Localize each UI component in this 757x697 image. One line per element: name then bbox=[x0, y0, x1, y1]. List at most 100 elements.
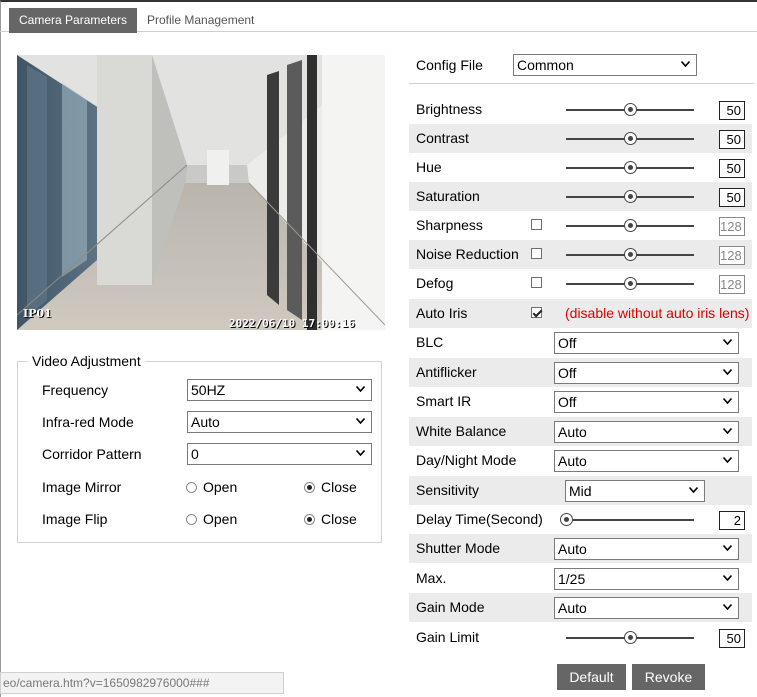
max-row: Max. 1/25 bbox=[409, 564, 752, 593]
flip-open-radio[interactable] bbox=[186, 514, 197, 525]
hue-row: Hue 50 bbox=[409, 153, 752, 182]
video-channel-label: IP01 bbox=[23, 307, 52, 320]
tab-profile-management[interactable]: Profile Management bbox=[137, 8, 264, 33]
corridor-pattern-select[interactable]: 0 bbox=[187, 443, 372, 465]
chevron-down-icon bbox=[723, 369, 732, 375]
defog-slider-thumb[interactable] bbox=[624, 277, 637, 290]
gain-limit-label: Gain Limit bbox=[416, 629, 480, 645]
corridor-pattern-label: Corridor Pattern bbox=[42, 446, 142, 462]
chevron-down-icon bbox=[356, 386, 365, 392]
saturation-row: Saturation 50 bbox=[409, 182, 752, 211]
delay-time-slider-track[interactable] bbox=[566, 519, 694, 521]
delay-time-label: Delay Time(Second) bbox=[416, 511, 543, 527]
shutter-mode-value: Auto bbox=[558, 541, 587, 557]
corridor-pattern-value: 0 bbox=[191, 446, 199, 462]
chevron-down-icon bbox=[723, 604, 732, 610]
blc-label: BLC bbox=[416, 334, 444, 350]
brightness-slider-thumb[interactable] bbox=[624, 103, 637, 116]
corridor-image bbox=[17, 55, 385, 330]
revoke-button[interactable]: Revoke bbox=[632, 664, 705, 690]
white-balance-value: Auto bbox=[558, 424, 587, 440]
antiflicker-label: Antiflicker bbox=[416, 364, 477, 380]
flip-close-label[interactable]: Close bbox=[321, 511, 357, 527]
video-preview[interactable]: IP01 2022/06/10 17:00:16 bbox=[17, 55, 385, 330]
blc-value: Off bbox=[558, 335, 577, 351]
auto-iris-checkbox[interactable] bbox=[531, 307, 542, 318]
infrared-mode-select[interactable]: Auto bbox=[187, 411, 372, 433]
shutter-mode-select[interactable]: Auto bbox=[554, 538, 739, 560]
sharpness-slider-thumb[interactable] bbox=[624, 219, 637, 232]
noise-reduction-checkbox[interactable] bbox=[531, 248, 542, 259]
delay-time-row: Delay Time(Second) 2 bbox=[409, 505, 752, 534]
gain-limit-value-input[interactable]: 50 bbox=[719, 629, 745, 648]
hue-value-input[interactable]: 50 bbox=[719, 159, 745, 178]
frequency-label: Frequency bbox=[42, 382, 109, 398]
brightness-value-input[interactable]: 50 bbox=[719, 101, 745, 120]
chevron-down-icon bbox=[689, 487, 698, 493]
defog-row: Defog 128 bbox=[409, 269, 752, 298]
saturation-value-input[interactable]: 50 bbox=[719, 188, 745, 207]
contrast-slider-thumb[interactable] bbox=[624, 132, 637, 145]
chevron-down-icon bbox=[356, 450, 365, 456]
default-button[interactable]: Default bbox=[557, 664, 626, 690]
smart-ir-select[interactable]: Off bbox=[554, 391, 739, 413]
antiflicker-select[interactable]: Off bbox=[554, 362, 739, 384]
tab-camera-parameters[interactable]: Camera Parameters bbox=[9, 8, 138, 33]
infrared-mode-label: Infra-red Mode bbox=[42, 414, 134, 430]
mirror-close-radio[interactable] bbox=[304, 482, 315, 493]
flip-open-label[interactable]: Open bbox=[203, 511, 237, 527]
noise-reduction-label: Noise Reduction bbox=[416, 246, 519, 262]
mirror-open-radio[interactable] bbox=[186, 482, 197, 493]
status-bar-url: eo/camera.htm?v=1650982976000### bbox=[0, 672, 284, 694]
day-night-value: Auto bbox=[558, 453, 587, 469]
tab-bar: Camera Parameters Profile Management bbox=[0, 2, 757, 33]
config-file-label: Config File bbox=[416, 57, 483, 73]
saturation-slider-thumb[interactable] bbox=[624, 190, 637, 203]
day-night-select[interactable]: Auto bbox=[554, 450, 739, 472]
sharpness-row: Sharpness 128 bbox=[409, 211, 752, 240]
chevron-down-icon bbox=[681, 61, 690, 67]
brightness-label: Brightness bbox=[416, 101, 483, 117]
chevron-down-icon bbox=[723, 575, 732, 581]
infrared-mode-value: Auto bbox=[191, 414, 220, 430]
mirror-close-label[interactable]: Close bbox=[321, 479, 357, 495]
blc-select[interactable]: Off bbox=[554, 332, 739, 354]
white-balance-select[interactable]: Auto bbox=[554, 421, 739, 443]
chevron-down-icon bbox=[723, 339, 732, 345]
video-adjustment-legend: Video Adjustment bbox=[28, 353, 145, 369]
noise-reduction-value-input[interactable]: 128 bbox=[719, 246, 745, 265]
video-adjustment-group: Video Adjustment Frequency 50HZ Infra-re… bbox=[17, 353, 382, 543]
hue-label: Hue bbox=[416, 159, 442, 175]
sharpness-checkbox[interactable] bbox=[531, 219, 542, 230]
auto-iris-row: Auto Iris (disable without auto iris len… bbox=[409, 299, 752, 328]
sharpness-label: Sharpness bbox=[416, 217, 483, 233]
gain-mode-label: Gain Mode bbox=[416, 599, 485, 615]
sharpness-value-input[interactable]: 128 bbox=[719, 217, 745, 236]
chevron-down-icon bbox=[723, 545, 732, 551]
contrast-value-input[interactable]: 50 bbox=[719, 130, 745, 149]
smart-ir-value: Off bbox=[558, 394, 577, 410]
defog-label: Defog bbox=[416, 275, 454, 291]
noise-reduction-slider-thumb[interactable] bbox=[624, 248, 637, 261]
hue-slider-thumb[interactable] bbox=[624, 161, 637, 174]
defog-checkbox[interactable] bbox=[531, 277, 542, 288]
contrast-label: Contrast bbox=[416, 130, 469, 146]
sensitivity-select[interactable]: Mid bbox=[565, 480, 705, 502]
max-select[interactable]: 1/25 bbox=[554, 568, 739, 590]
mirror-open-label[interactable]: Open bbox=[203, 479, 237, 495]
defog-value-input[interactable]: 128 bbox=[719, 275, 745, 294]
flip-close-radio[interactable] bbox=[304, 514, 315, 525]
chevron-down-icon bbox=[723, 428, 732, 434]
config-file-select[interactable]: Common bbox=[513, 54, 697, 76]
delay-time-slider-thumb[interactable] bbox=[560, 513, 573, 526]
frequency-select[interactable]: 50HZ bbox=[187, 379, 372, 401]
smart-ir-label: Smart IR bbox=[416, 393, 472, 409]
gain-limit-slider-thumb[interactable] bbox=[624, 631, 637, 644]
auto-iris-note: (disable without auto iris lens) bbox=[565, 305, 750, 321]
auto-iris-label: Auto Iris bbox=[416, 305, 468, 321]
gain-mode-select[interactable]: Auto bbox=[554, 597, 739, 619]
sensitivity-label: Sensitivity bbox=[416, 482, 480, 498]
white-balance-label: White Balance bbox=[416, 423, 507, 439]
delay-time-value-input[interactable]: 2 bbox=[719, 511, 745, 530]
chevron-down-icon bbox=[723, 457, 732, 463]
